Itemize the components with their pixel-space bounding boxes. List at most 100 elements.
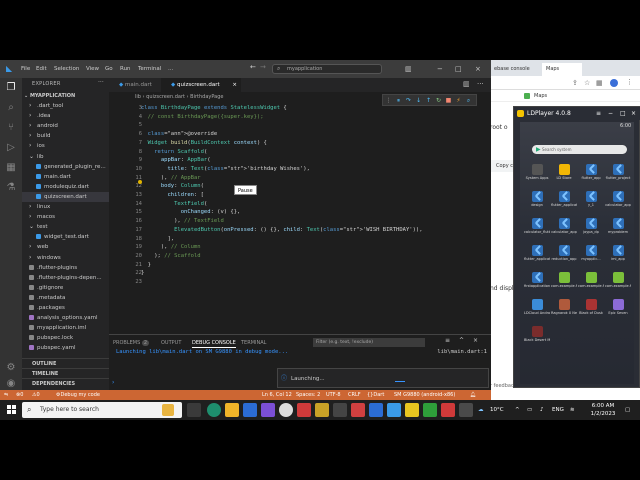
ldplayer-maximize-icon[interactable]: □: [620, 107, 626, 120]
app-tile[interactable]: Black of Dusk: [579, 299, 603, 323]
menu-file[interactable]: File: [21, 60, 30, 78]
explorer-item[interactable]: myapplication.iml: [22, 323, 109, 333]
explorer-item[interactable]: pubspec.yaml: [22, 343, 109, 353]
app-tile[interactable]: y_1: [580, 191, 602, 215]
menu-edit[interactable]: Edit: [36, 60, 47, 78]
cursor-position[interactable]: Ln 6, Col 12: [262, 390, 292, 400]
app-tile[interactable]: com.example.fl...: [578, 272, 604, 296]
explorer-item[interactable]: › ios: [22, 141, 109, 151]
device-selector[interactable]: SM G9880 (android-x86): [394, 390, 455, 400]
editor-more-icon[interactable]: ···: [477, 80, 484, 88]
tab-debug-console[interactable]: DEBUG CONSOLE: [192, 338, 236, 348]
explorer-item[interactable]: › android: [22, 121, 109, 131]
android-search-bar[interactable]: Search system: [532, 145, 627, 154]
ldplayer-taskbar-icon[interactable]: [405, 403, 419, 417]
restart-icon[interactable]: ↻: [435, 97, 442, 104]
source-control-icon[interactable]: ⑂: [5, 122, 17, 134]
remote-icon[interactable]: ⇋: [4, 390, 8, 400]
devtools-search-icon[interactable]: ⌕: [465, 97, 472, 104]
tray-chevron-icon[interactable]: ^: [515, 400, 520, 420]
explorer-item[interactable]: › macos: [22, 212, 109, 222]
app-icon-5[interactable]: [351, 403, 365, 417]
explorer-item[interactable]: .flutter-plugins-depen...: [22, 273, 109, 283]
tab-main-dart[interactable]: ◆ main.dart: [109, 78, 161, 92]
clear-console-icon[interactable]: ≡: [445, 337, 450, 344]
tab-quizscreen-dart[interactable]: ◆ quizscreen.dart ×: [161, 78, 241, 92]
minimize-icon[interactable]: −: [437, 60, 443, 78]
language-mode[interactable]: {} Dart: [367, 390, 384, 400]
menu-go[interactable]: Go: [105, 60, 113, 78]
app-tile[interactable]: Black Desert Mobile: [524, 326, 550, 350]
pause-icon[interactable]: ⏸: [395, 97, 402, 104]
stop-icon[interactable]: ■: [445, 97, 452, 104]
app-tile[interactable]: joypa_dp: [580, 218, 602, 242]
app-tile[interactable]: LD Store: [553, 164, 575, 188]
notifications-icon[interactable]: ▢: [625, 400, 630, 420]
app-tile[interactable]: calculator_app: [605, 191, 631, 215]
explorer-item[interactable]: › linux: [22, 202, 109, 212]
app-tile[interactable]: calculator_flutter: [524, 218, 550, 242]
app-tile[interactable]: Ragnarok X Next Generation: [551, 299, 577, 323]
task-view-icon[interactable]: [187, 403, 201, 417]
settings-gear-icon[interactable]: ⚙: [5, 362, 17, 374]
command-center-search[interactable]: ⌕ myapplication: [272, 64, 382, 74]
debug-console-source[interactable]: lib\main.dart:1: [437, 349, 487, 355]
explorer-item[interactable]: analysis_options.yaml: [22, 313, 109, 323]
app-tile[interactable]: reduction_app: [552, 245, 576, 269]
chrome-icon[interactable]: [279, 403, 293, 417]
volume-icon[interactable]: ♪: [540, 400, 544, 420]
network-icon[interactable]: ▭: [527, 400, 532, 420]
split-editor-icon[interactable]: ▥: [463, 80, 470, 88]
timeline-section[interactable]: TIMELINE: [22, 368, 109, 378]
app-icon-3[interactable]: [315, 403, 329, 417]
run-debug-icon[interactable]: ▷: [5, 142, 17, 154]
browser-tab-maps[interactable]: Maps: [542, 63, 582, 76]
app-tile[interactable]: calculator_app: [551, 218, 577, 242]
app-tile[interactable]: design: [526, 191, 548, 215]
app-tile[interactable]: com.example.fi...: [551, 272, 577, 296]
outline-section[interactable]: OUTLINE: [22, 358, 109, 368]
explorer-item[interactable]: › build: [22, 131, 109, 141]
explorer-item[interactable]: .metadata: [22, 293, 109, 303]
file-explorer-icon[interactable]: [225, 403, 239, 417]
app-tile[interactable]: flutter_applicatio...: [524, 245, 550, 269]
wifi-icon[interactable]: ≋: [570, 400, 575, 420]
tab-output[interactable]: OUTPUT: [161, 338, 181, 348]
flask-icon[interactable]: ⚗: [5, 182, 17, 194]
browser-address-bar[interactable]: ⇪ ☆ ▦ ⋮: [490, 76, 640, 90]
app-icon-4[interactable]: [333, 403, 347, 417]
ldplayer-menu-icon[interactable]: ≡: [596, 107, 601, 120]
app-tile[interactable]: imi_app: [607, 245, 629, 269]
explorer-item[interactable]: main.dart: [22, 172, 109, 182]
dependencies-section[interactable]: DEPENDENCIES: [22, 378, 109, 388]
app-icon-2[interactable]: [297, 403, 311, 417]
windows-start-icon[interactable]: [7, 405, 17, 415]
app-tile[interactable]: myproblem: [607, 218, 629, 242]
close-icon[interactable]: ×: [475, 60, 481, 78]
step-out-icon[interactable]: ↑: [425, 97, 432, 104]
step-into-icon[interactable]: ↓: [415, 97, 422, 104]
extensions-icon[interactable]: ▦: [5, 162, 17, 174]
language-indicator[interactable]: ENG: [552, 400, 564, 420]
app-tile[interactable]: flutter_applicatio...: [551, 191, 577, 215]
profile-icon[interactable]: [610, 79, 618, 87]
explorer-item[interactable]: quizscreen.dart: [22, 191, 109, 202]
maximize-icon[interactable]: □: [455, 60, 462, 78]
app-tile[interactable]: firstapplication: [524, 272, 550, 296]
encoding[interactable]: UTF-8: [326, 390, 341, 400]
taskbar-search[interactable]: ⌕ Type here to search: [22, 402, 182, 418]
explorer-item[interactable]: › windows: [22, 253, 109, 263]
explorer-item[interactable]: .packages: [22, 303, 109, 313]
menu-run[interactable]: Run: [120, 60, 131, 78]
layout-toggle-icon[interactable]: ▥: [405, 60, 412, 78]
breadcrumb-file[interactable]: quizscreen.dart: [146, 94, 185, 100]
taskbar-clock[interactable]: 6:00 AM 1/2/2023: [585, 402, 621, 418]
app-icon-1[interactable]: [261, 403, 275, 417]
explorer-item[interactable]: modulequiz.dart: [22, 182, 109, 192]
explorer-icon[interactable]: ❐: [5, 82, 17, 94]
share-icon[interactable]: ⇪: [572, 79, 578, 87]
tab-problems[interactable]: PROBLEMS 2: [113, 338, 150, 348]
tab-close-icon[interactable]: ×: [232, 78, 237, 92]
end-of-line[interactable]: CRLF: [348, 390, 361, 400]
app-tile[interactable]: LDCloud Android Lite: [524, 299, 550, 323]
